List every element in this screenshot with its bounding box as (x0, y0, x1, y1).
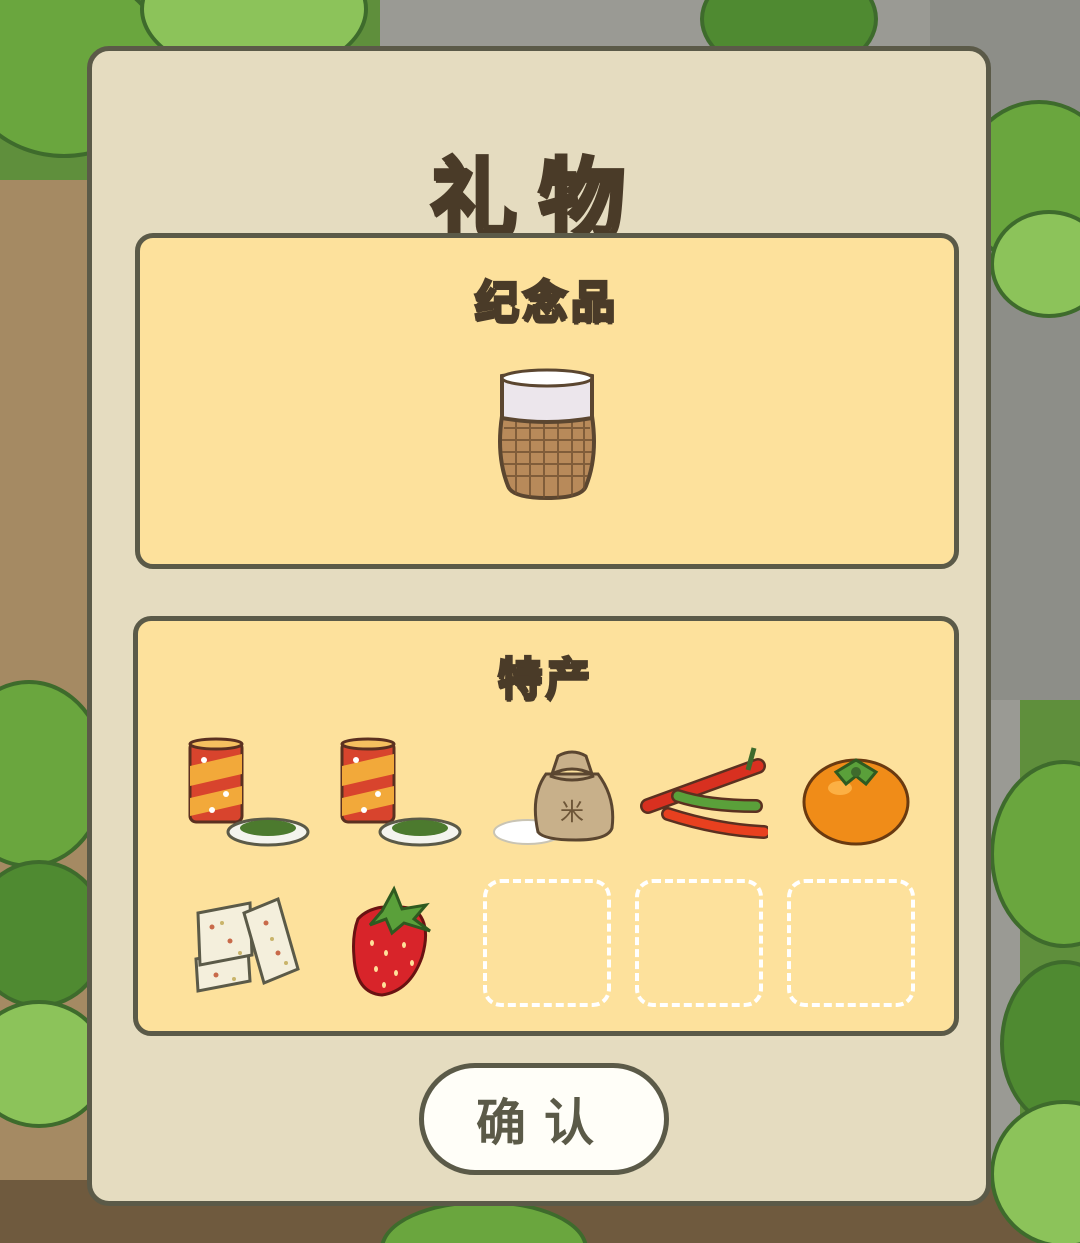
woven-cup-icon[interactable] (482, 366, 612, 501)
rice-bag-icon[interactable]: 米 (486, 736, 616, 866)
tea-can-icon[interactable] (182, 736, 312, 866)
tea-can-icon[interactable] (334, 736, 464, 866)
souvenir-panel: 纪念品 (135, 233, 959, 569)
confirm-button[interactable]: 确认 (419, 1063, 669, 1175)
empty-slot (635, 879, 763, 1007)
rice-bag-text: 米 (560, 798, 584, 826)
persimmon-icon[interactable] (790, 736, 920, 866)
strawberry-icon[interactable] (334, 883, 464, 1013)
gift-dialog: 礼物 纪念品 特产 米 确认 (87, 46, 991, 1206)
souvenir-title: 纪念品 (474, 276, 619, 330)
empty-slot (787, 879, 915, 1007)
specialty-title: 特产 (497, 653, 594, 707)
chili-peppers-icon[interactable] (638, 736, 771, 866)
nougat-icon[interactable] (182, 883, 312, 1013)
specialty-panel: 特产 米 (133, 616, 959, 1036)
empty-slot (483, 879, 611, 1007)
